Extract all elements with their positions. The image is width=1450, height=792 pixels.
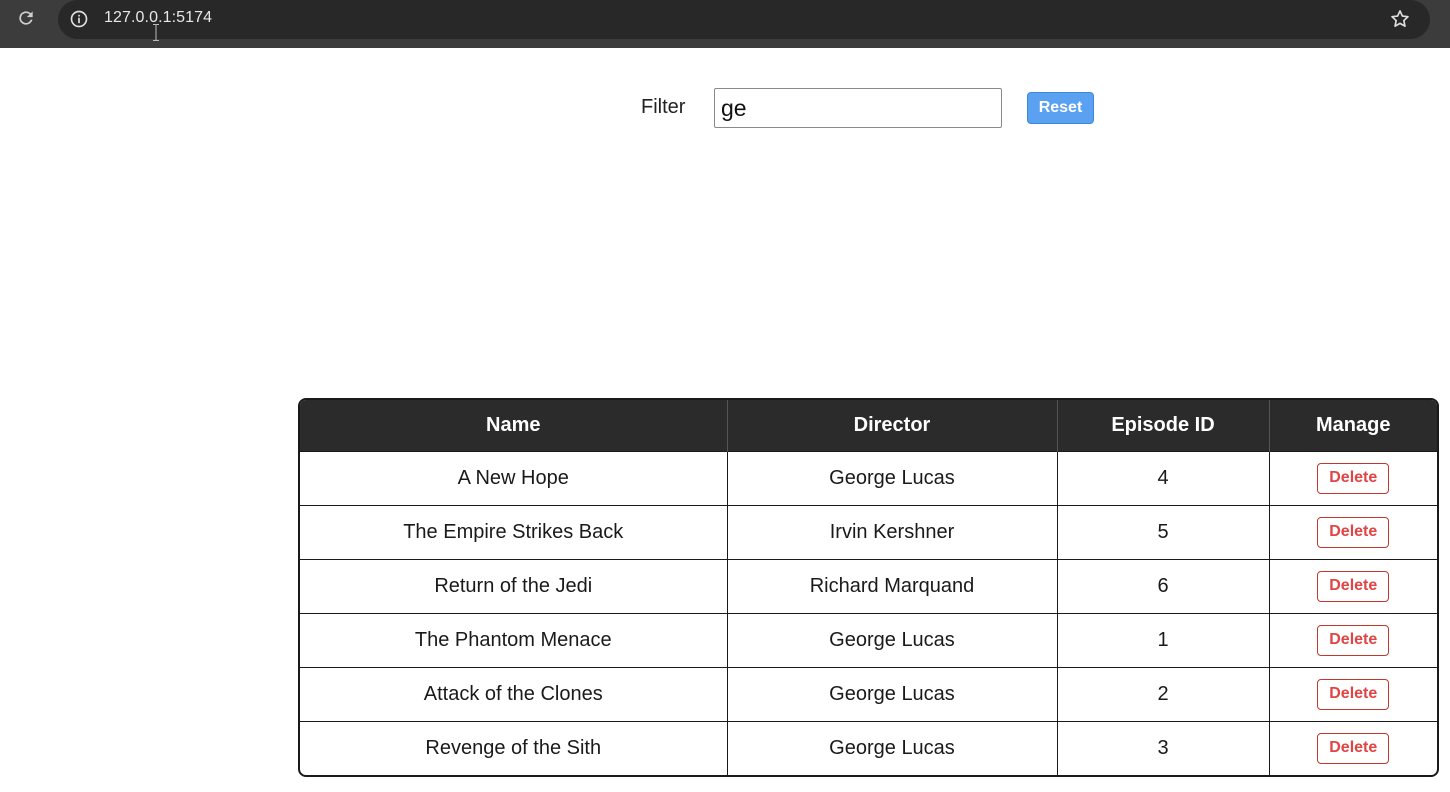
delete-button[interactable]: Delete [1317, 732, 1390, 764]
cell-manage: Delete [1269, 504, 1437, 559]
delete-button[interactable]: Delete [1317, 462, 1390, 494]
text-cursor-icon [153, 24, 159, 41]
delete-button[interactable]: Delete [1317, 570, 1390, 602]
table-row: Attack of the Clones George Lucas 2 Dele… [300, 666, 1437, 721]
cell-name: Return of the Jedi [300, 558, 728, 613]
cell-director: George Lucas [727, 720, 1058, 775]
table-row: Revenge of the Sith George Lucas 3 Delet… [300, 720, 1437, 775]
table-header-row: Name Director Episode ID Manage [300, 400, 1437, 451]
cell-manage: Delete [1269, 666, 1437, 721]
cell-manage: Delete [1269, 720, 1437, 775]
table-row: Return of the Jedi Richard Marquand 6 De… [300, 558, 1437, 613]
cell-name: The Empire Strikes Back [300, 504, 728, 559]
header-director: Director [727, 400, 1058, 451]
cell-episode-id: 5 [1057, 504, 1270, 559]
cell-episode-id: 6 [1057, 558, 1270, 613]
cell-episode-id: 3 [1057, 720, 1270, 775]
cell-director: George Lucas [727, 666, 1058, 721]
cell-director: Richard Marquand [727, 558, 1058, 613]
cell-episode-id: 4 [1057, 450, 1270, 505]
address-bar[interactable]: 127.0.0.1:5174 [58, 0, 1430, 39]
cell-name: Revenge of the Sith [300, 720, 728, 775]
header-name: Name [300, 400, 728, 451]
header-episode-id: Episode ID [1057, 400, 1270, 451]
reload-icon[interactable] [14, 6, 38, 30]
cell-manage: Delete [1269, 612, 1437, 667]
star-icon[interactable] [1388, 7, 1412, 31]
header-manage: Manage [1316, 413, 1391, 436]
reset-button[interactable]: Reset [1027, 92, 1094, 124]
cell-name: The Phantom Menace [300, 612, 728, 667]
cell-name: A New Hope [300, 450, 728, 505]
delete-button[interactable]: Delete [1317, 678, 1390, 710]
table-row: The Empire Strikes Back Irvin Kershner 5… [300, 504, 1437, 559]
cell-director: Irvin Kershner [727, 504, 1058, 559]
cell-name: Attack of the Clones [300, 666, 728, 721]
cell-episode-id: 1 [1057, 612, 1270, 667]
table-row: A New Hope George Lucas 4 Delete [300, 450, 1437, 505]
cell-director: George Lucas [727, 612, 1058, 667]
cell-manage: Delete [1269, 558, 1437, 613]
cell-episode-id: 2 [1057, 666, 1270, 721]
info-icon[interactable] [68, 8, 90, 30]
films-table: Name Director Episode ID Manage A New Ho… [298, 398, 1439, 777]
table-row: The Phantom Menace George Lucas 1 Delete [300, 612, 1437, 667]
delete-button[interactable]: Delete [1317, 516, 1390, 548]
cell-director: George Lucas [727, 450, 1058, 505]
filter-input[interactable] [714, 88, 1002, 128]
cell-manage: Delete [1269, 450, 1437, 505]
delete-button[interactable]: Delete [1317, 624, 1390, 656]
browser-toolbar: 127.0.0.1:5174 [0, 0, 1450, 48]
filter-label: Filter [641, 96, 686, 118]
